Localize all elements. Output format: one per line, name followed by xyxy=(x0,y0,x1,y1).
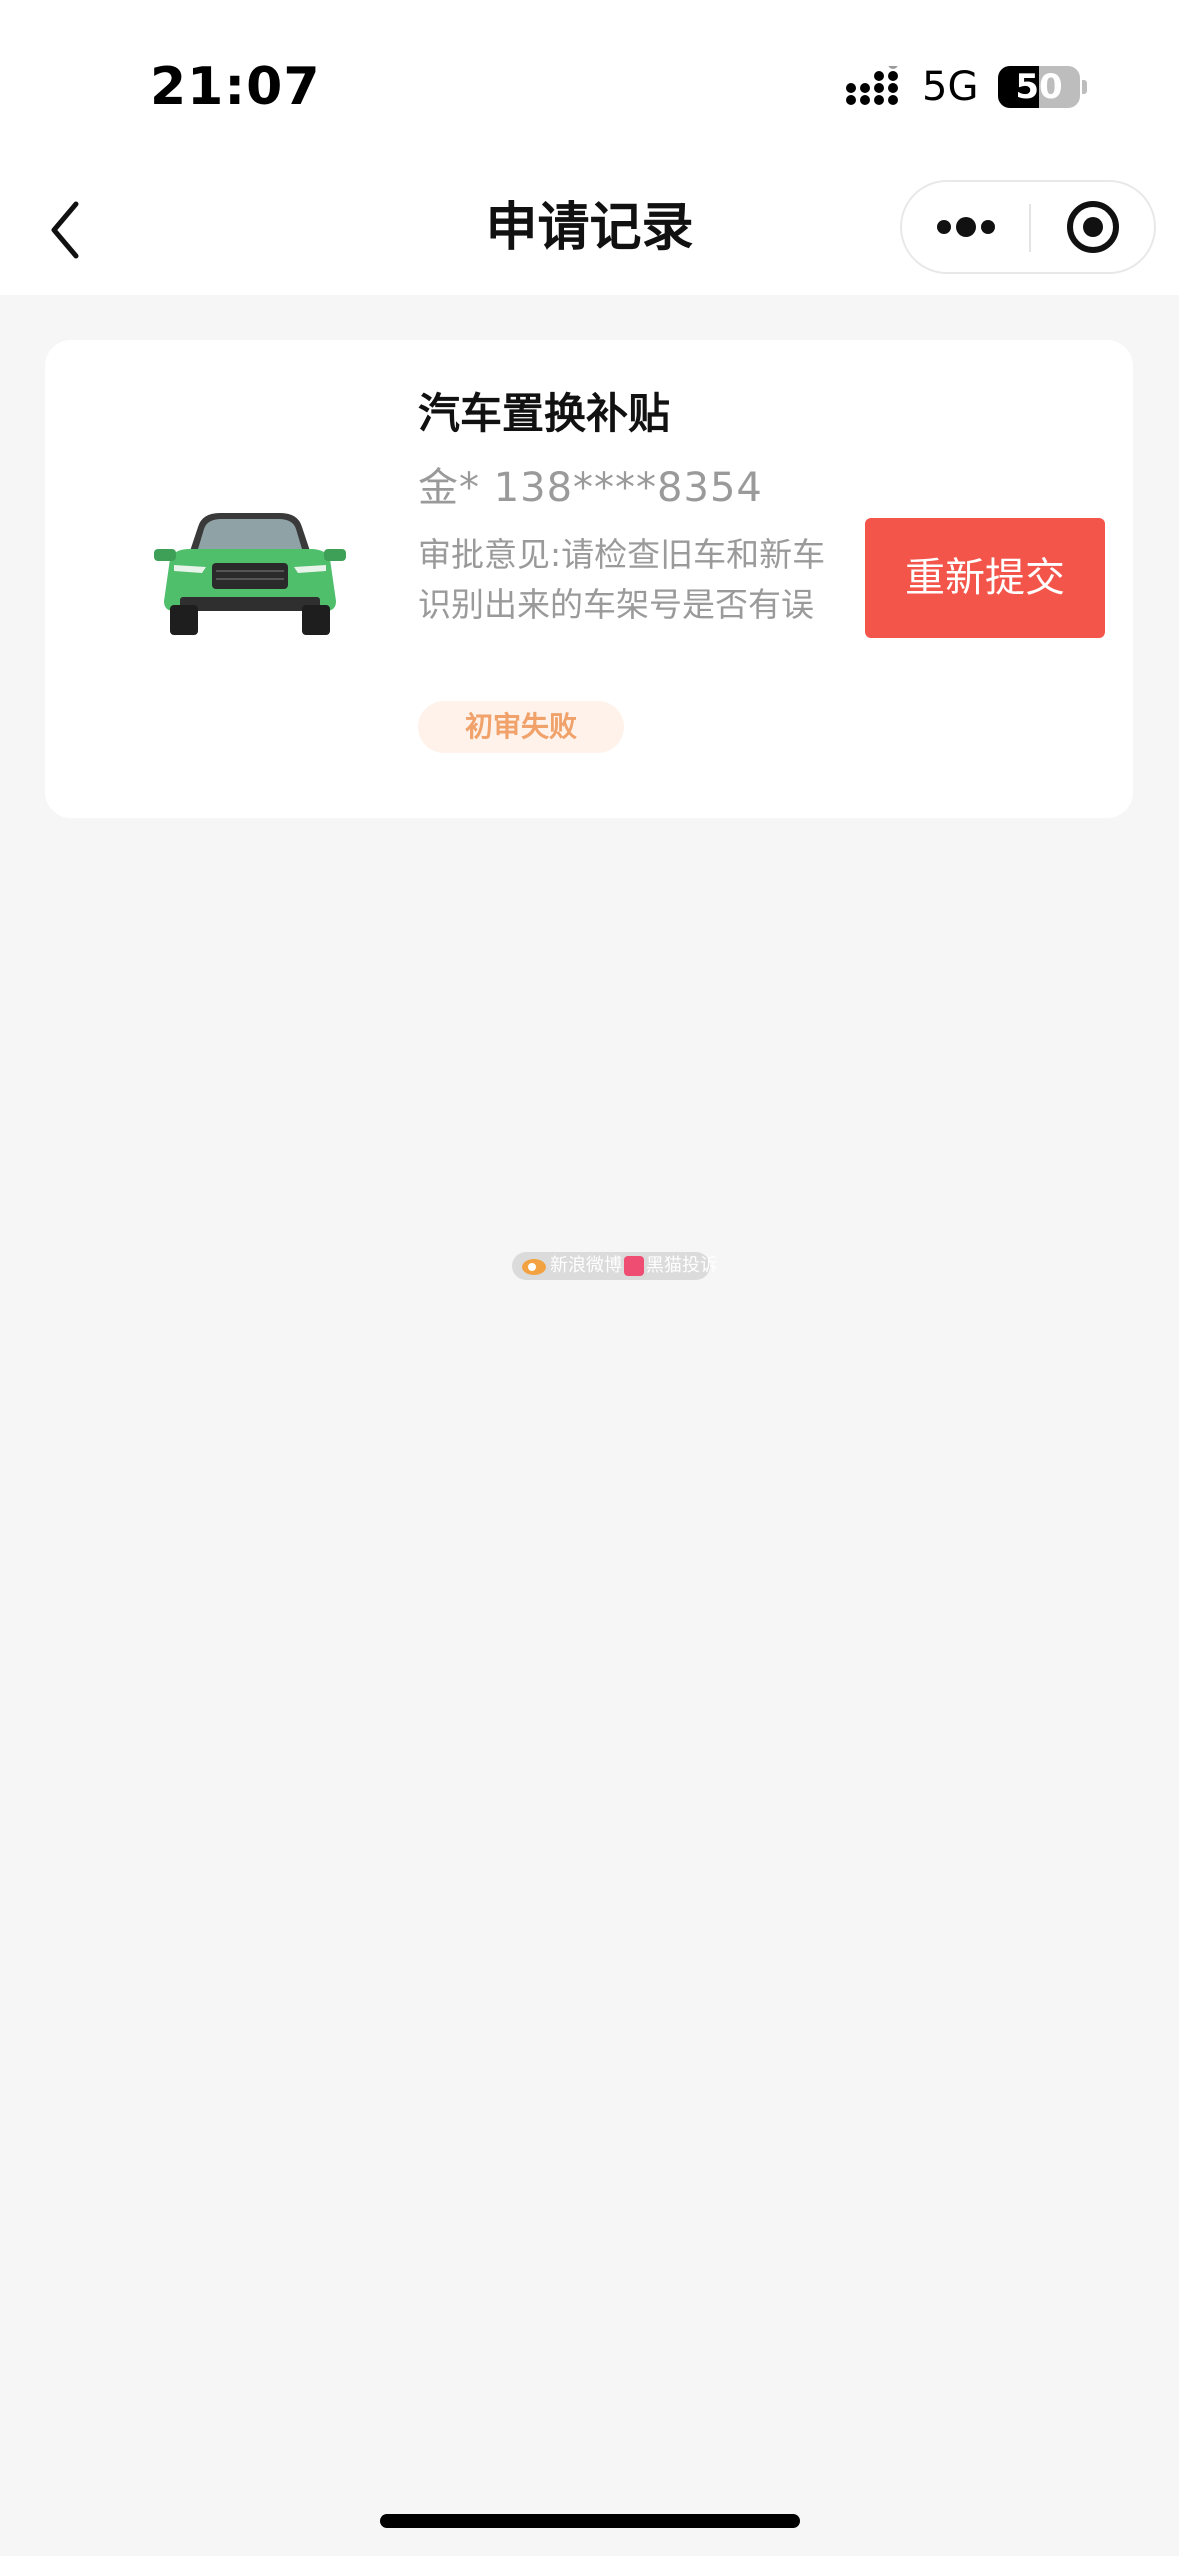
applicant-info: 金* 138****8354 xyxy=(418,465,763,511)
approval-opinion: 审批意见:请检查旧车和新车识别出来的车架号是否有误 xyxy=(418,535,826,624)
watermark-brand-1: 新浪微博 xyxy=(550,1255,622,1276)
network-type: 5G xyxy=(922,64,979,110)
record-title: 汽车置换补贴 xyxy=(418,389,671,438)
battery-cap xyxy=(1082,80,1087,94)
watermark-brand-2: 黑猫投诉 xyxy=(646,1255,718,1276)
more-dots-icon xyxy=(937,217,995,237)
battery-icon: 50 xyxy=(998,66,1080,108)
close-button[interactable] xyxy=(1031,182,1156,272)
target-circle-icon xyxy=(1067,201,1119,253)
status-time: 21:07 xyxy=(150,57,321,117)
status-badge: 初审失败 xyxy=(418,701,624,753)
weibo-logo-icon xyxy=(522,1259,546,1275)
signal-icon xyxy=(846,66,898,105)
car-image xyxy=(154,513,346,635)
mini-program-capsule xyxy=(900,180,1156,274)
record-card[interactable]: 汽车置换补贴 金* 138****8354 审批意见:请检查旧车和新车识别出来的… xyxy=(45,340,1133,818)
heimao-logo-icon xyxy=(624,1256,644,1276)
resubmit-button[interactable]: 重新提交 xyxy=(865,518,1105,638)
battery-percent: 50 xyxy=(1015,67,1063,107)
home-indicator[interactable] xyxy=(380,2514,800,2528)
watermark: 新浪微博 黑猫投诉 xyxy=(512,1252,718,1280)
more-button[interactable] xyxy=(902,182,1029,272)
